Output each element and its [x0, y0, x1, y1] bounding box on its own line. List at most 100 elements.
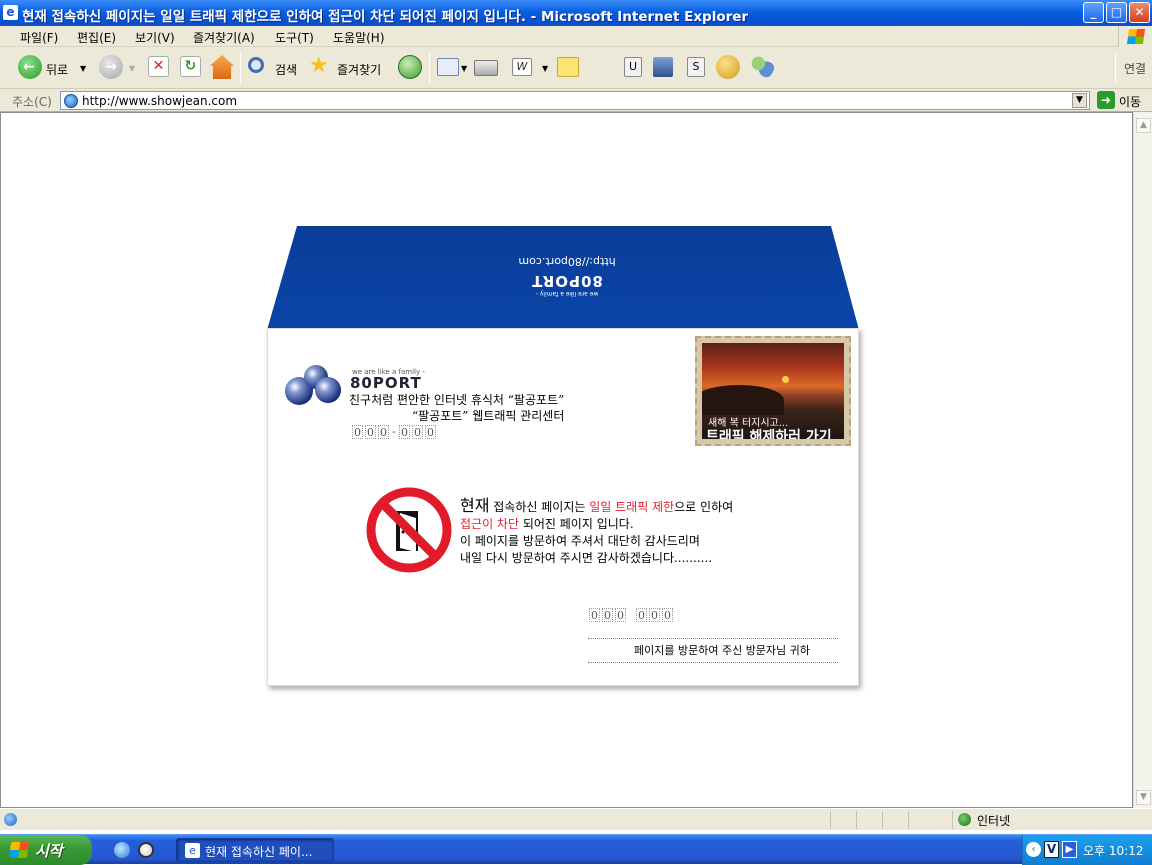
forward-arrow-icon: → — [99, 55, 123, 79]
recipient-zip: 0 0 0 0 0 0 — [589, 608, 673, 622]
discuss-button[interactable] — [557, 55, 583, 81]
history-button[interactable] — [398, 55, 424, 81]
word-edit-icon: W — [512, 58, 532, 76]
message-text: 으로 인하여 — [674, 500, 734, 514]
mail-dropdown-icon[interactable]: ▼ — [461, 64, 467, 73]
v3-antivirus-icon[interactable]: V — [1044, 841, 1059, 858]
windows-logo-icon — [1118, 26, 1152, 47]
addon-u-button[interactable]: U — [624, 55, 646, 81]
status-cell — [908, 811, 952, 829]
address-label: 주소(C) — [12, 95, 52, 109]
toolbar-separator — [1115, 53, 1116, 83]
back-label: 뒤로 — [46, 63, 69, 77]
scroll-down-icon[interactable]: ▼ — [1136, 790, 1151, 805]
close-button[interactable]: ✕ — [1129, 2, 1150, 23]
window-title: 현재 접속하신 페이지는 일일 트래픽 제한으로 인하여 접근이 차단 되어진 … — [22, 9, 749, 25]
address-dropdown-icon[interactable]: ▼ — [1072, 93, 1087, 108]
star-icon: ★ — [309, 53, 329, 78]
message-highlight: 접근이 차단 — [460, 517, 520, 531]
zip-digit: 0 — [365, 425, 376, 439]
back-arrow-icon: ← — [18, 55, 42, 79]
release-traffic-stamp-link[interactable]: 새해 복 터지시고... 트래픽 해제하러 가기 — [695, 336, 851, 446]
stop-button[interactable]: ✕ — [147, 55, 171, 81]
forward-dropdown-icon[interactable]: ▼ — [129, 64, 135, 73]
quicklaunch-media-icon[interactable] — [138, 842, 154, 858]
zip-digit: 0 — [378, 425, 389, 439]
addon-film-button[interactable] — [653, 55, 677, 81]
status-cell — [856, 811, 882, 829]
scroll-up-icon[interactable]: ▲ — [1136, 118, 1151, 133]
links-label[interactable]: 연결 — [1124, 60, 1146, 77]
menu-view[interactable]: 보기(V) — [135, 29, 175, 46]
title-bar: e 현재 접속하신 페이지는 일일 트래픽 제한으로 인하여 접근이 차단 되어… — [0, 0, 1152, 26]
menu-bar: 파일(F) 편집(E) 보기(V) 즐겨찾기(A) 도구(T) 도움말(H) — [0, 26, 1152, 47]
media-tray-icon[interactable]: ▶ — [1062, 841, 1077, 858]
menu-help[interactable]: 도움말(H) — [333, 29, 385, 46]
quicklaunch-ie-icon[interactable] — [114, 842, 130, 858]
tray-expand-icon[interactable]: ‹ — [1026, 842, 1041, 857]
vertical-scrollbar[interactable]: ▲ ▼ — [1133, 112, 1152, 808]
zip-digit: 0 — [399, 425, 410, 439]
search-label: 검색 — [275, 63, 298, 77]
addon-s-button[interactable]: S — [687, 55, 709, 81]
ie-app-icon: e — [3, 5, 18, 20]
mail-button[interactable]: ▼ — [437, 55, 469, 81]
minimize-button[interactable]: _ — [1083, 2, 1104, 23]
status-cell — [882, 811, 908, 829]
back-dropdown-icon[interactable]: ▼ — [80, 64, 86, 73]
flap-tagline: we are like a family - — [535, 290, 599, 297]
refresh-button[interactable]: ↻ — [179, 55, 203, 81]
forward-button[interactable]: → ▼ — [99, 55, 141, 81]
go-arrow-icon[interactable]: ➜ — [1097, 91, 1115, 109]
envelope: http://80port.com 80PORT we are like a f… — [267, 112, 861, 688]
address-bar: 주소(C) http://www.showjean.com ▼ ➜ 이동 — [0, 89, 1152, 112]
blocked-message: 현재 접속하신 페이지는 일일 트래픽 제한으로 인하여 접근이 차단 되어진 … — [460, 497, 733, 567]
zip-dash: - — [392, 425, 396, 438]
menu-tools[interactable]: 도구(T) — [275, 29, 314, 46]
address-input[interactable]: http://www.showjean.com ▼ — [60, 91, 1090, 110]
note-icon — [557, 57, 579, 77]
zip-digit: 0 — [352, 425, 363, 439]
status-cell — [830, 811, 856, 829]
zip-digit: 0 — [425, 425, 436, 439]
edit-button[interactable]: W ▼ — [512, 55, 554, 81]
recipient-line: 페이지를 방문하여 주신 방문자님 귀하 — [588, 638, 838, 663]
maximize-button[interactable]: □ — [1106, 2, 1127, 23]
address-url[interactable]: http://www.showjean.com — [82, 94, 237, 108]
taskbar-item-ie[interactable]: e 현재 접속하신 페이... — [176, 838, 334, 862]
search-button[interactable]: 검색 — [248, 55, 304, 81]
u-addon-icon: U — [624, 57, 642, 77]
s-addon-icon: S — [687, 57, 705, 77]
favorites-button[interactable]: ★ 즐겨찾기 — [309, 55, 391, 81]
start-label: 시작 — [35, 842, 63, 860]
zip-digit: 0 — [649, 608, 660, 622]
search-icon — [248, 57, 264, 73]
taskbar-clock: 오후 10:12 — [1083, 844, 1144, 858]
status-bar: 인터넷 — [0, 808, 1152, 830]
zip-digit: 0 — [662, 608, 673, 622]
home-button[interactable] — [209, 55, 235, 81]
research-button[interactable] — [716, 55, 740, 81]
logo-text: 80PORT — [350, 374, 422, 392]
print-button[interactable] — [474, 55, 500, 81]
ie-window: e 현재 접속하신 페이지는 일일 트래픽 제한으로 인하여 접근이 차단 되어… — [0, 0, 1152, 865]
sun-icon — [782, 376, 789, 383]
island-silhouette — [702, 385, 784, 415]
home-icon — [210, 55, 234, 79]
menu-favorites[interactable]: 즐겨찾기(A) — [193, 29, 255, 46]
edit-dropdown-icon[interactable]: ▼ — [542, 64, 548, 73]
back-button[interactable]: ← 뒤로 ▼ — [18, 55, 98, 81]
stamp-caption-big[interactable]: 트래픽 해제하러 가기 — [706, 426, 832, 439]
sender-line-2: “팔공포트” 웹트래픽 관리센터 — [412, 409, 565, 423]
go-button[interactable]: 이동 — [1119, 93, 1141, 110]
message-line-3: 이 페이지를 방문하여 주셔서 대단히 감사드리며 — [460, 534, 700, 548]
menu-file[interactable]: 파일(F) — [20, 29, 58, 46]
message-line-4: 내일 다시 방문하여 주시면 감사하겠습니다.......... — [460, 551, 713, 565]
sender-zip: 0 0 0 - 0 0 0 — [352, 425, 436, 439]
start-button[interactable]: 시작 — [0, 835, 92, 865]
page-favicon-icon — [64, 94, 78, 108]
messenger-button[interactable] — [750, 55, 776, 81]
menu-edit[interactable]: 편집(E) — [77, 29, 116, 46]
messenger-icon — [750, 55, 774, 79]
message-text: 접속하신 페이지는 — [489, 500, 590, 514]
